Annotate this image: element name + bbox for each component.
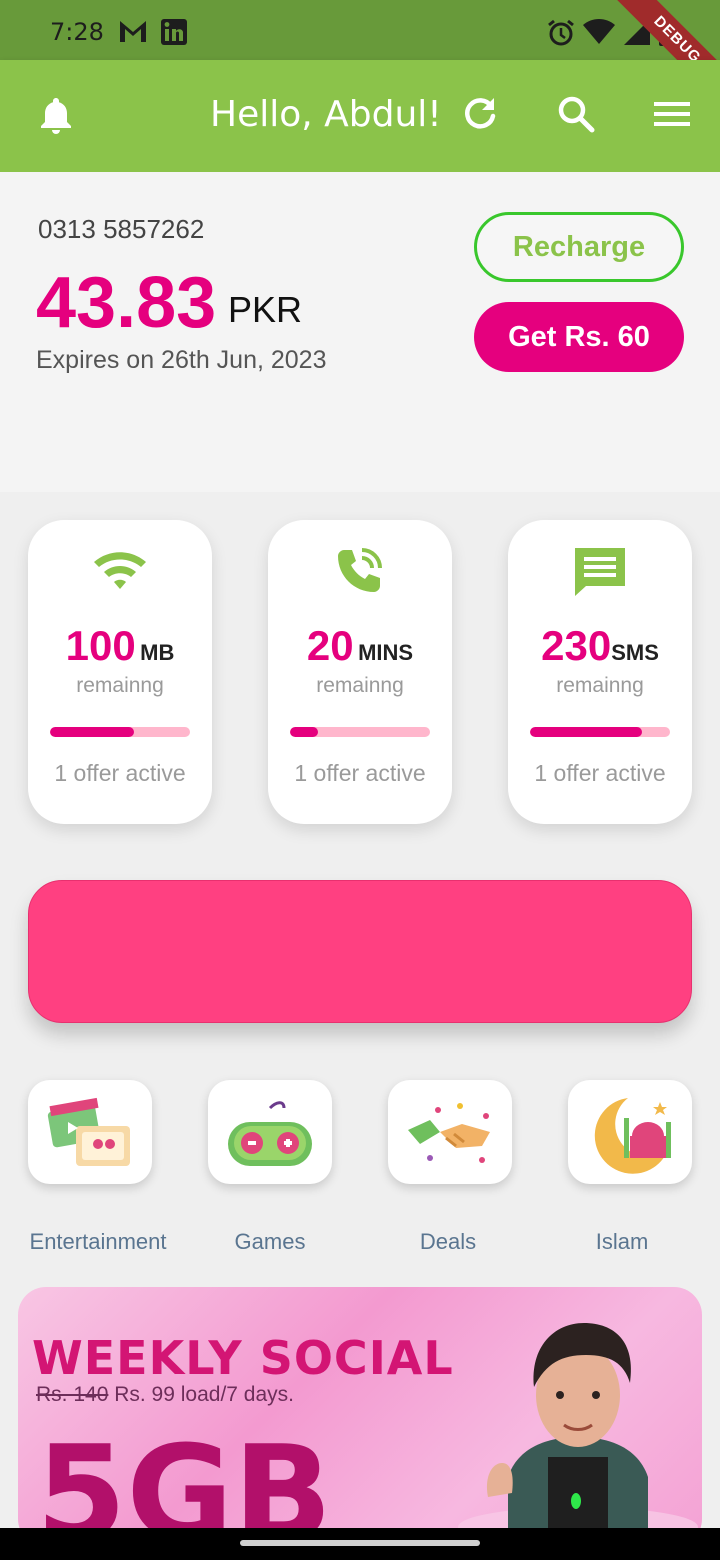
usage-amount: 20 [306, 622, 354, 669]
recharge-button[interactable]: Recharge [474, 212, 684, 282]
greeting-title: Hello, Abdul! [210, 94, 442, 135]
category-label-games[interactable]: Games [210, 1229, 330, 1255]
promo-model-image [458, 1323, 698, 1547]
promo-headline: WEEKLY SOCIAL [32, 1331, 454, 1385]
usage-unit: SMS [611, 640, 659, 665]
search-icon[interactable] [556, 94, 596, 134]
wifi-icon [94, 552, 146, 589]
usage-unit: MB [140, 640, 175, 665]
offer-active-label: 1 offer active [294, 760, 426, 786]
gamepad-icon [228, 1101, 312, 1166]
wifi-icon [583, 19, 615, 44]
get-rs-60-button[interactable]: Get Rs. 60 [474, 302, 684, 372]
usage-amount: 100 [65, 622, 136, 669]
category-games[interactable] [208, 1080, 332, 1184]
usage-progress-bar [530, 727, 670, 737]
usage-remaining-label: remainng [316, 674, 404, 697]
usage-remaining-label: remainng [76, 674, 164, 697]
status-bar: 7:28 DEBUG [0, 0, 720, 111]
minutes-usage-card[interactable]: 20 MINS remainng 1 offer active [268, 520, 452, 824]
usage-progress-fill [50, 727, 134, 737]
usage-amount: 230 [541, 622, 612, 669]
promo-banner-placeholder[interactable] [28, 880, 692, 1023]
category-label-entertainment[interactable]: Entertainment [18, 1229, 178, 1255]
usage-progress-bar [290, 727, 430, 737]
weekly-social-promo[interactable]: WEEKLY SOCIAL Rs. 140 Rs. 99 load/7 days… [18, 1287, 702, 1547]
balance-currency: PKR [228, 289, 303, 330]
usage-progress-fill [530, 727, 642, 737]
category-deals[interactable] [388, 1080, 512, 1184]
usage-unit: MINS [358, 640, 414, 665]
phone-call-icon [338, 548, 382, 592]
linkedin-icon [161, 19, 187, 45]
category-label-islam[interactable]: Islam [562, 1229, 682, 1255]
sms-usage-card[interactable]: 230SMS remainng 1 offer active [508, 520, 692, 824]
phone-number: 0313 5857262 [38, 214, 205, 244]
promo-subtext: Rs. 140 Rs. 99 load/7 days. [36, 1383, 294, 1407]
data-usage-card[interactable]: 100 MB remainng 1 offer active [28, 520, 212, 824]
system-nav-bar [0, 1528, 720, 1560]
menu-icon[interactable] [652, 94, 692, 134]
home-gesture-handle[interactable] [240, 1540, 480, 1546]
offer-active-label: 1 offer active [54, 760, 186, 786]
usage-progress-bar [50, 727, 190, 737]
balance-panel: 0313 5857262 43.83 PKR Expires on 26th J… [0, 172, 720, 492]
promo-old-price: Rs. 140 [36, 1383, 109, 1406]
app-bar: Hello, Abdul! [0, 60, 720, 172]
usage-remaining-label: remainng [556, 674, 644, 697]
alarm-icon [548, 19, 574, 46]
message-icon [575, 548, 625, 596]
gmail-icon [120, 21, 146, 42]
bell-icon[interactable] [36, 94, 76, 134]
balance-amount: 43.83 [36, 263, 217, 343]
expiry-date: Expires on 26th Jun, 2023 [36, 346, 327, 374]
entertainment-icon [47, 1097, 130, 1166]
offer-active-label: 1 offer active [534, 760, 666, 786]
usage-progress-fill [290, 727, 318, 737]
promo-offer-text: Rs. 99 load/7 days. [108, 1383, 294, 1406]
category-label-deals[interactable]: Deals [388, 1229, 508, 1255]
handshake-icon [408, 1103, 490, 1163]
mosque-crescent-icon [594, 1098, 671, 1174]
category-entertainment[interactable] [28, 1080, 152, 1184]
refresh-icon[interactable] [460, 94, 500, 134]
category-islam[interactable] [568, 1080, 692, 1184]
status-time: 7:28 [50, 18, 104, 46]
